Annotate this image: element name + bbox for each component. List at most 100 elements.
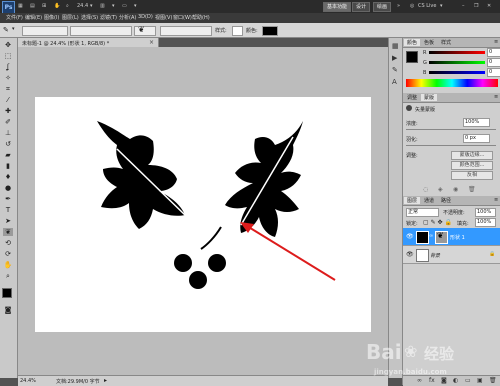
tab-adjustments[interactable]: 调整 [404, 94, 420, 101]
shape-type-group[interactable] [70, 26, 132, 36]
status-doc-info[interactable]: 文档:29.9M/0 字节 [56, 378, 100, 385]
mini-bridge-icon[interactable]: ▤ [30, 3, 35, 9]
channel-g-value[interactable]: 0 [487, 58, 500, 67]
history-brush-tool-icon[interactable]: ↺ [3, 140, 13, 148]
feather-slider[interactable] [406, 145, 496, 146]
blend-mode-select[interactable]: 正常 [406, 208, 439, 217]
mask-edge-button[interactable]: 蒙版边缘... [451, 151, 493, 160]
3d-rotate-tool-icon[interactable]: ⟲ [3, 239, 13, 247]
character-panel-icon[interactable]: A [392, 78, 397, 86]
document-tab[interactable]: 未标题-1 @ 24.4% (形状 1, RGB/8) * × [18, 38, 159, 47]
hand-small-icon[interactable]: ✋ [54, 3, 60, 9]
color-spectrum-bar[interactable] [406, 79, 498, 87]
3d-camera-tool-icon[interactable]: ⟳ [3, 250, 13, 258]
move-tool-icon[interactable]: ✥ [3, 41, 13, 49]
blur-tool-icon[interactable]: ♦ [3, 173, 13, 181]
layer-name[interactable]: 背景 [430, 252, 440, 259]
menu-select[interactable]: 选择(S) [81, 14, 98, 21]
tab-layers[interactable]: 图层 [404, 197, 421, 204]
hand-tool-icon[interactable]: ✋ [3, 261, 13, 269]
color-fg-swatch[interactable] [406, 51, 418, 63]
cs-live-label[interactable]: CS Live [418, 3, 436, 9]
eye-icon[interactable]: 👁 [406, 233, 414, 240]
path-ops-group[interactable] [160, 26, 212, 36]
close-icon[interactable]: ✕ [487, 3, 491, 9]
invert-button[interactable]: 反相 [451, 171, 493, 180]
clone-stamp-tool-icon[interactable]: ⊥ [3, 129, 13, 137]
cs-live-icon[interactable]: ◎ [410, 3, 414, 9]
fill-value[interactable]: 100% [475, 218, 496, 227]
brush-tool-icon[interactable]: ✐ [3, 118, 13, 126]
dodge-tool-icon[interactable]: ● [3, 184, 13, 192]
disable-mask-icon[interactable]: ◉ [453, 186, 458, 193]
layer-opacity-value[interactable]: 100% [475, 208, 496, 217]
menu-edit[interactable]: 编辑(E) [25, 14, 42, 21]
tab-styles[interactable]: 样式 [438, 39, 454, 46]
channel-g-slider[interactable] [429, 61, 485, 64]
channel-b-slider[interactable] [429, 71, 485, 74]
channel-r-slider[interactable] [429, 51, 485, 54]
layer-row-background[interactable]: 👁 背景 🔒 [403, 246, 500, 264]
workspace-design[interactable]: 设计 [352, 2, 371, 12]
custom-shape-tool-icon[interactable]: ✎ [3, 26, 9, 34]
workspace-essentials[interactable]: 基本功能 [323, 2, 352, 12]
custom-shape-tool-icon[interactable]: ❦ [3, 228, 13, 236]
color-swatch[interactable] [262, 26, 278, 36]
eye-icon[interactable]: 👁 [406, 251, 414, 258]
actions-panel-icon[interactable]: ▶ [392, 54, 397, 62]
workspace-painting[interactable]: 绘画 [373, 2, 392, 12]
zoom-level[interactable]: 24.4 [77, 3, 88, 9]
channel-b-value[interactable]: 0 [487, 68, 500, 77]
channel-r-value[interactable]: 0 [487, 48, 500, 57]
menu-window[interactable]: 窗口(W) [173, 14, 192, 21]
menu-file[interactable]: 文件(F) [6, 14, 23, 21]
gradient-tool-icon[interactable]: ▮ [3, 162, 13, 170]
arrange-docs-icon[interactable]: ▥ [100, 3, 105, 9]
color-range-button[interactable]: 颜色范围... [451, 161, 493, 170]
marquee-tool-icon[interactable]: ⬚ [3, 52, 13, 60]
foreground-color-swatch[interactable] [2, 288, 12, 298]
chevron-down-icon[interactable]: ▾ [112, 3, 115, 9]
layer-row-shape[interactable]: 👁 ∞ ❦ 形状 1 [403, 228, 500, 246]
status-zoom[interactable]: 24.4% [20, 378, 36, 384]
feather-value[interactable]: 0 px [463, 134, 490, 143]
menu-help[interactable]: 帮助(H) [192, 14, 210, 21]
zoom-small-icon[interactable]: ⌕ [66, 3, 69, 9]
style-picker[interactable] [232, 26, 243, 36]
tab-channels[interactable]: 通道 [421, 197, 437, 204]
tab-masks[interactable]: 蒙版 [421, 94, 438, 101]
crop-tool-icon[interactable]: ⌗ [3, 85, 13, 93]
menu-analysis[interactable]: 分析(A) [119, 14, 136, 21]
menu-layer[interactable]: 图层(L) [62, 14, 79, 21]
density-value[interactable]: 100% [463, 118, 490, 127]
quick-select-tool-icon[interactable]: ✧ [3, 74, 13, 82]
restore-icon[interactable]: ❐ [474, 3, 478, 9]
menu-3d[interactable]: 3D(D) [138, 14, 153, 20]
menu-image[interactable]: 图像(I) [44, 14, 59, 21]
close-tab-icon[interactable]: × [149, 39, 154, 46]
menu-filter[interactable]: 滤镜(T) [100, 14, 117, 21]
brush-panel-icon[interactable]: ✎ [392, 66, 398, 74]
grid-icon[interactable]: ⊞ [42, 3, 46, 9]
eraser-tool-icon[interactable]: ▰ [3, 151, 13, 159]
screen-mode-icon[interactable]: ▭ [122, 3, 127, 9]
holly-shape[interactable] [35, 97, 371, 332]
apply-mask-icon[interactable]: ◈ [438, 186, 443, 193]
eyedropper-tool-icon[interactable]: ⁄ [3, 96, 13, 104]
tab-color[interactable]: 颜色 [404, 39, 421, 46]
menu-view[interactable]: 视图(V) [155, 14, 172, 21]
type-tool-icon[interactable]: T [3, 206, 13, 214]
panel-menu-icon[interactable]: ≡ [491, 197, 500, 203]
lock-icons[interactable]: ▢ ✎ ✥ 🔒 [423, 219, 452, 226]
shape-layer-mode-group[interactable] [22, 26, 68, 36]
lasso-tool-icon[interactable]: ʆ [3, 63, 13, 71]
tab-swatches[interactable]: 色板 [421, 39, 437, 46]
layer-name[interactable]: 形状 1 [450, 234, 465, 241]
delete-mask-icon[interactable]: 🗑 [468, 186, 476, 193]
zoom-tool-icon[interactable]: ⌕ [3, 272, 13, 280]
chevron-down-icon[interactable]: ▾ [90, 3, 93, 9]
chevron-down-icon[interactable]: ▾ [12, 26, 15, 32]
chevron-down-icon[interactable]: ▾ [440, 3, 443, 9]
canvas[interactable] [35, 97, 371, 332]
load-selection-icon[interactable]: ◌ [423, 186, 428, 193]
